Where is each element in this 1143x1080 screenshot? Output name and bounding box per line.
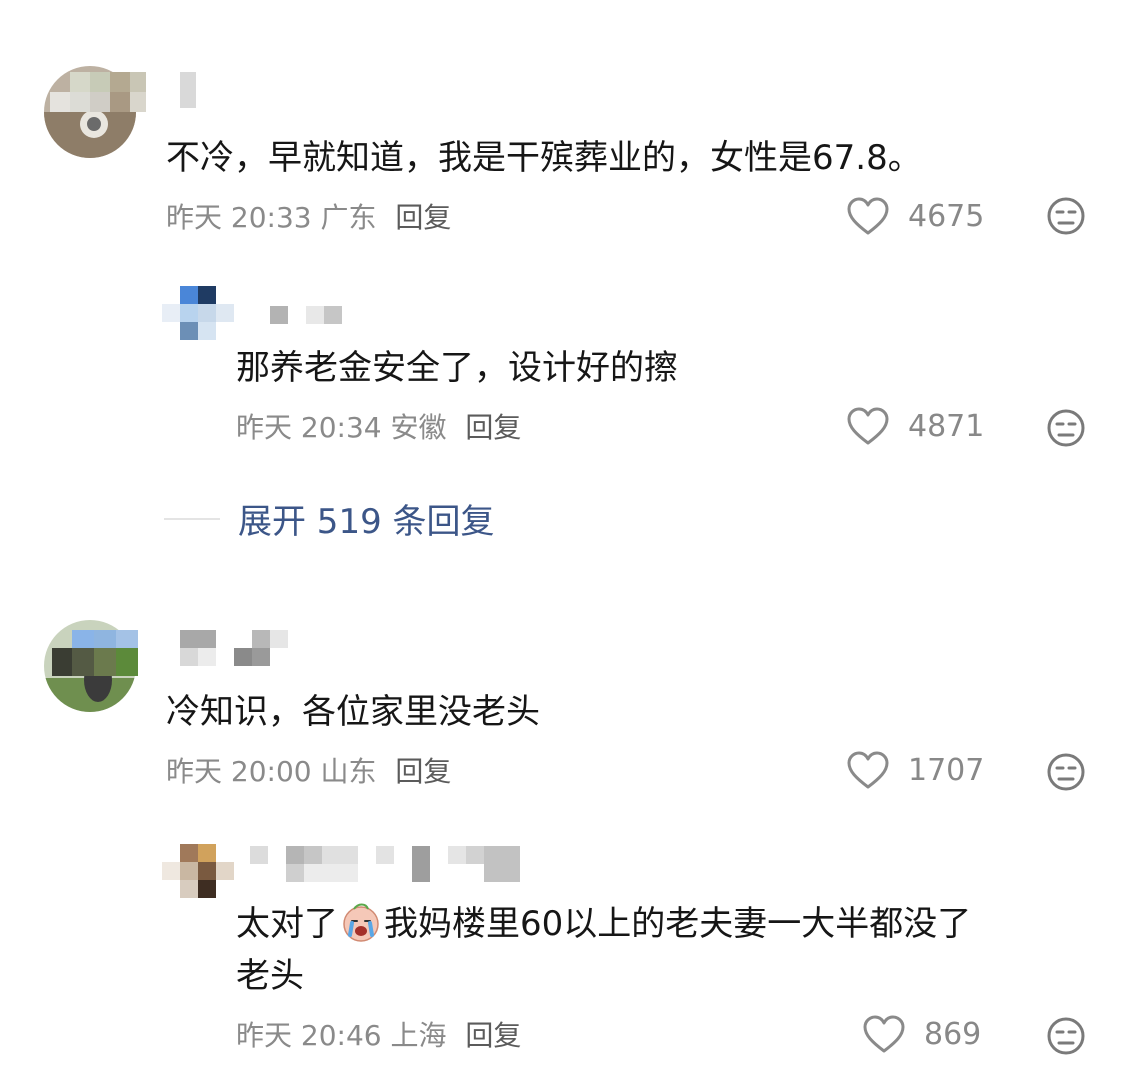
comment-meta: 昨天 20:46 上海 回复 bbox=[236, 1014, 521, 1054]
like-count: 4675 bbox=[908, 198, 985, 234]
avatar[interactable] bbox=[162, 286, 234, 342]
comment-time: 昨天 20:34 bbox=[236, 411, 382, 444]
like-button[interactable]: 4675 bbox=[846, 196, 984, 236]
comment-text: 太对了 我妈楼里60以上的老夫妻一大半都没了 bbox=[236, 900, 971, 948]
like-button[interactable]: 4871 bbox=[846, 406, 984, 446]
meh-face-icon[interactable] bbox=[1046, 1016, 1086, 1056]
comment-time: 昨天 20:46 bbox=[236, 1019, 382, 1052]
reply-button[interactable]: 回复 bbox=[465, 1019, 521, 1052]
divider bbox=[164, 517, 220, 520]
expand-replies-button[interactable]: 展开 519 条回复 bbox=[164, 494, 495, 543]
like-button[interactable]: 1707 bbox=[846, 750, 984, 790]
expand-replies-label: 展开 519 条回复 bbox=[238, 502, 495, 542]
like-count: 869 bbox=[924, 1016, 982, 1052]
meh-face-icon[interactable] bbox=[1046, 752, 1086, 792]
meh-face-icon[interactable] bbox=[1046, 196, 1086, 236]
heart-outline-icon bbox=[863, 1015, 905, 1053]
comment-time: 昨天 20:33 bbox=[166, 201, 312, 234]
crying-face-emoji bbox=[343, 903, 379, 942]
reply-button[interactable]: 回复 bbox=[395, 201, 451, 234]
like-count: 1707 bbox=[908, 752, 985, 788]
comment-text-line-2: 老头 bbox=[236, 956, 304, 996]
heart-outline-icon bbox=[847, 197, 889, 235]
comment-meta: 昨天 20:00 山东 回复 bbox=[166, 750, 451, 790]
comment-location: 安徽 bbox=[390, 411, 447, 444]
meh-face-icon[interactable] bbox=[1046, 408, 1086, 448]
comment-location: 广东 bbox=[320, 201, 377, 234]
comment-meta: 昨天 20:34 安徽 回复 bbox=[236, 406, 521, 446]
comment-text-part: 太对了 bbox=[236, 904, 338, 944]
heart-outline-icon bbox=[847, 407, 889, 445]
comment-text: 那养老金安全了，设计好的擦 bbox=[236, 348, 678, 388]
username-mosaic[interactable] bbox=[250, 846, 530, 882]
comment-text-part: 我妈楼里60以上的老夫妻一大半都没了 bbox=[384, 904, 972, 944]
username-mosaic[interactable] bbox=[180, 630, 290, 666]
reply-button[interactable]: 回复 bbox=[395, 755, 451, 788]
comment-location: 上海 bbox=[390, 1019, 447, 1052]
comment-text: 冷知识，各位家里没老头 bbox=[166, 692, 540, 732]
comment-text: 不冷，早就知道，我是干殡葬业的，女性是67.8。 bbox=[166, 138, 922, 178]
avatar-mosaic bbox=[50, 72, 146, 112]
comment-time: 昨天 20:00 bbox=[166, 755, 312, 788]
like-count: 4871 bbox=[908, 408, 985, 444]
avatar[interactable] bbox=[162, 844, 234, 900]
username-mosaic[interactable] bbox=[270, 306, 350, 324]
username-mosaic[interactable] bbox=[180, 72, 200, 108]
comment-meta: 昨天 20:33 广东 回复 bbox=[166, 196, 451, 236]
like-button[interactable]: 869 bbox=[862, 1014, 981, 1054]
comment-location: 山东 bbox=[320, 755, 377, 788]
reply-button[interactable]: 回复 bbox=[465, 411, 521, 444]
avatar-mosaic bbox=[52, 630, 138, 676]
heart-outline-icon bbox=[847, 751, 889, 789]
